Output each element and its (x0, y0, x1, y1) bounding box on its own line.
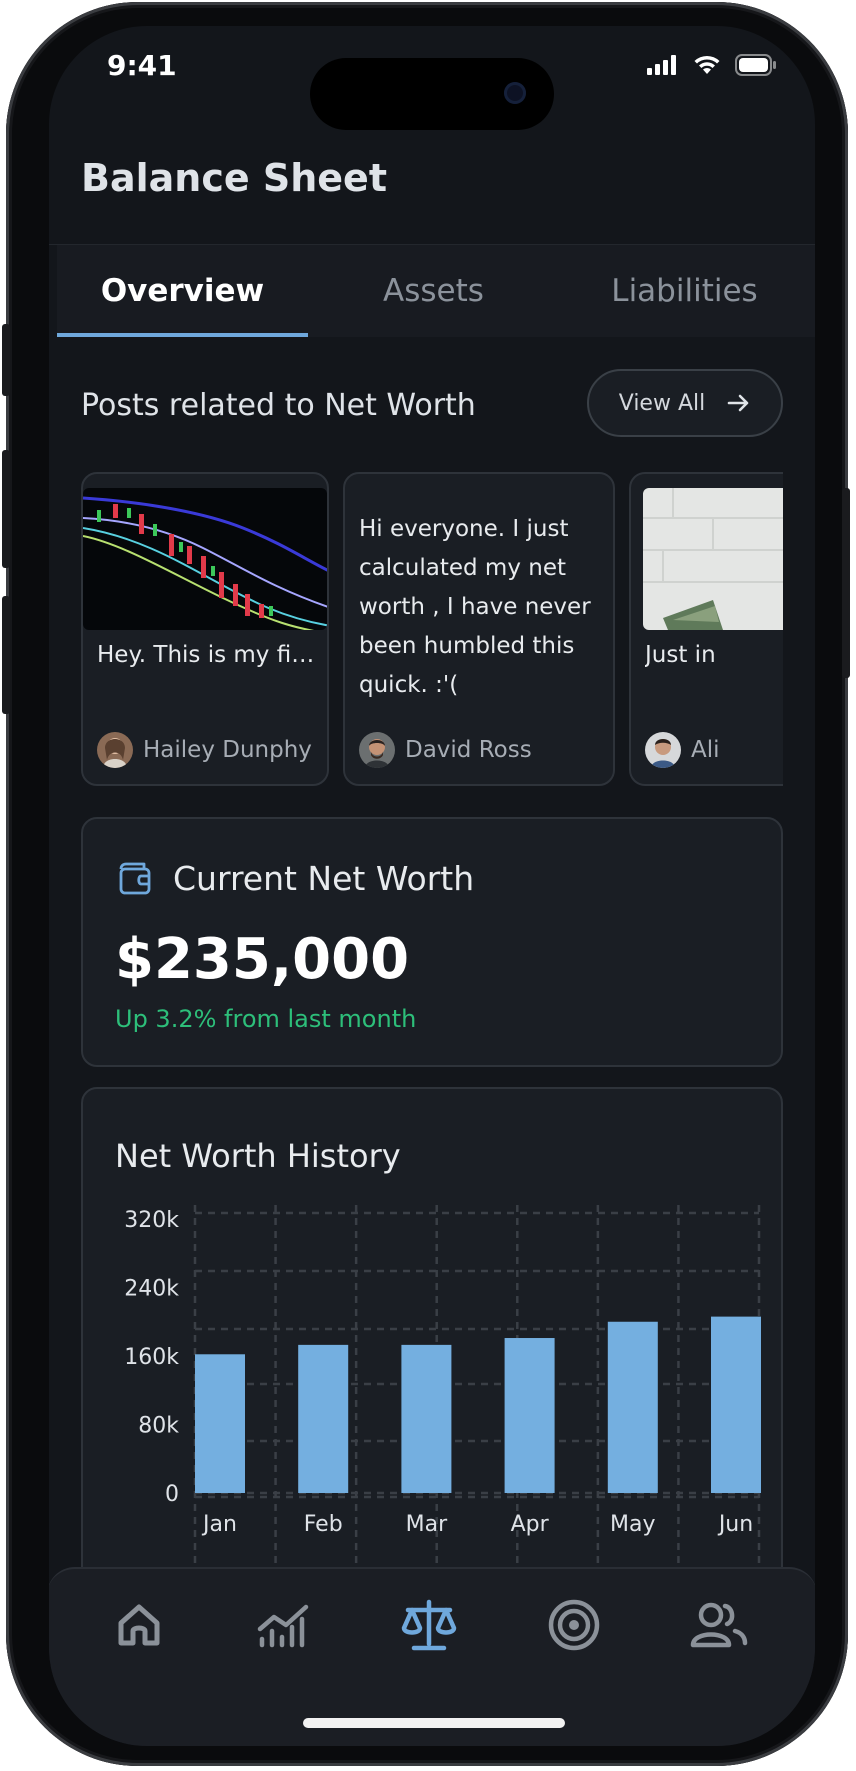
post-author: Ali (645, 732, 720, 768)
y-tick-label: 160k (124, 1345, 179, 1370)
stock-chart-image (83, 488, 327, 630)
bar-chart-icon (257, 1604, 309, 1648)
nav-goals[interactable] (544, 1595, 604, 1655)
net-worth-value: $235,000 (115, 927, 410, 992)
volume-down-button (2, 596, 10, 714)
post-author: David Ross (359, 732, 532, 768)
view-all-label: View All (618, 390, 706, 416)
phone-frame: 9:41 Balance Sheet Overview Assets Liabi… (2, 2, 850, 1766)
camera-icon (504, 82, 526, 104)
tab-assets[interactable]: Assets (308, 245, 559, 337)
avatar (359, 732, 395, 768)
nav-home[interactable] (109, 1595, 169, 1655)
post-text: Hey. This is my first p... (97, 642, 315, 668)
balance-scale-icon (401, 1599, 457, 1651)
arrow-right-icon (727, 394, 749, 412)
x-tick-label: Mar (406, 1512, 448, 1537)
y-tick-label: 320k (124, 1208, 179, 1233)
dynamic-island (310, 58, 554, 130)
post-card[interactable]: Hey. This is my first p... Hailey Dunphy (81, 472, 329, 786)
page-title: Balance Sheet (81, 156, 387, 200)
money-photo (643, 488, 783, 630)
status-time: 9:41 (107, 49, 177, 82)
x-tick-label: May (610, 1512, 655, 1537)
bar-feb[interactable] (298, 1344, 349, 1493)
volume-up-button (2, 450, 10, 568)
posts-section-heading: Posts related to Net Worth (81, 388, 476, 423)
home-indicator (303, 1718, 565, 1728)
nav-community[interactable] (689, 1595, 749, 1655)
x-tick-label: Apr (511, 1512, 550, 1537)
post-text: Just in (645, 642, 716, 668)
nav-balance-sheet[interactable] (399, 1595, 459, 1655)
avatar (645, 732, 681, 768)
author-name: Ali (691, 737, 720, 763)
tab-overview[interactable]: Overview (57, 245, 308, 337)
author-name: Hailey Dunphy (143, 737, 312, 763)
net-worth-label: Current Net Worth (173, 859, 475, 898)
post-card[interactable]: Just in Ali (629, 472, 783, 786)
bar-may[interactable] (607, 1321, 658, 1493)
avatar (97, 732, 133, 768)
tab-liabilities[interactable]: Liabilities (559, 245, 810, 337)
screen: 9:41 Balance Sheet Overview Assets Liabi… (49, 26, 815, 1746)
net-worth-card: Current Net Worth $235,000 Up 3.2% from … (81, 817, 783, 1067)
tab-bar: Overview Assets Liabilities (57, 245, 815, 337)
target-icon (548, 1599, 600, 1651)
wifi-icon (694, 55, 720, 74)
x-tick-label: Jun (717, 1512, 753, 1537)
post-author: Hailey Dunphy (97, 732, 312, 768)
battery-icon (735, 54, 776, 76)
y-tick-label: 240k (124, 1277, 179, 1302)
posts-carousel[interactable]: Hey. This is my first p... Hailey Dunphy… (81, 472, 783, 792)
users-icon (690, 1602, 748, 1648)
y-tick-label: 80k (138, 1414, 179, 1439)
history-card: Net Worth History 0 80k 160k 240k 320k Jan Feb… (81, 1087, 783, 1647)
author-name: David Ross (405, 737, 532, 763)
candlestick-chart-picture (83, 488, 327, 630)
nav-analytics[interactable] (254, 1595, 314, 1655)
cellular-signal-icon (647, 55, 676, 75)
view-all-button[interactable]: View All (587, 369, 783, 437)
home-icon (118, 1604, 160, 1646)
status-icons (647, 52, 777, 78)
net-worth-bar-chart: 0 80k 160k 240k 320k Jan Feb Mar Apr May Jun (124, 1205, 761, 1645)
bar-jun[interactable] (711, 1316, 761, 1493)
status-bar: 9:41 (49, 26, 815, 136)
bar-jan[interactable] (195, 1354, 245, 1493)
action-button (2, 324, 10, 396)
y-tick-label: 0 (165, 1482, 179, 1507)
post-card[interactable]: Hi everyone. I just calculated my net wo… (343, 472, 615, 786)
bar-apr[interactable] (504, 1338, 555, 1493)
power-button (842, 488, 850, 678)
bar-mar[interactable] (401, 1344, 452, 1493)
net-worth-change: Up 3.2% from last month (115, 1005, 417, 1033)
x-tick-label: Jan (201, 1512, 237, 1537)
wallet-icon (119, 862, 151, 895)
x-tick-label: Feb (304, 1512, 343, 1537)
post-text: Hi everyone. I just calculated my net wo… (359, 516, 591, 698)
